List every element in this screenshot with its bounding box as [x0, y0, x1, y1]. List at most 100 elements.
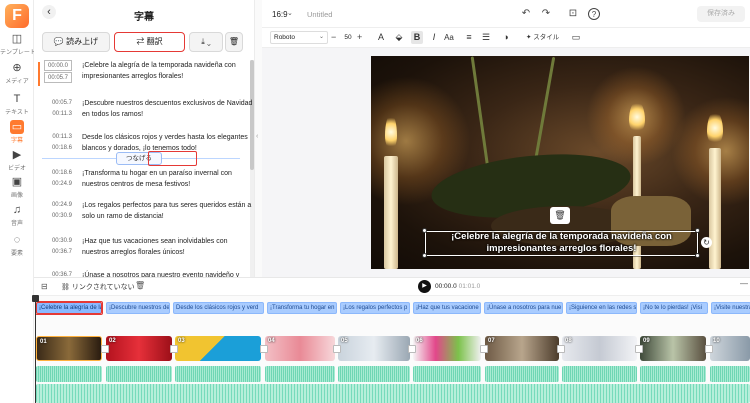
subtitle-clip[interactable]: ¡No te lo pierdas! ¡Visi: [640, 302, 708, 314]
font-size-increase[interactable]: +: [357, 31, 365, 43]
collapse-handle-icon[interactable]: ‹: [256, 130, 260, 144]
save-status-button[interactable]: 保存済み: [697, 6, 745, 22]
transition-icon[interactable]: [333, 345, 341, 353]
highlight-color-icon[interactable]: ⬙: [393, 31, 405, 44]
video-audio-waveform[interactable]: [338, 366, 410, 382]
subtitle-row[interactable]: 00:36.7 ¡Únase a nosotros para nuestro ev…: [34, 270, 254, 277]
transition-icon[interactable]: [705, 345, 713, 353]
video-audio-waveform[interactable]: [175, 366, 261, 382]
split-icon[interactable]: ⊟: [41, 282, 48, 291]
subtitle-text[interactable]: ¡Transforma tu hogar en un paraíso inver…: [82, 168, 254, 190]
download-button[interactable]: ⤓ ⌄: [189, 32, 223, 52]
font-size-input[interactable]: 50: [339, 31, 357, 44]
transition-icon[interactable]: [480, 345, 488, 353]
end-time[interactable]: 00:11.3: [44, 109, 72, 120]
music-waveform[interactable]: [36, 384, 750, 403]
video-audio-waveform[interactable]: [640, 366, 706, 382]
video-audio-waveform[interactable]: [413, 366, 481, 382]
subtitle-clip[interactable]: ¡Haz que tus vacacione: [413, 302, 481, 314]
play-icon[interactable]: ▶: [418, 280, 431, 293]
video-clip[interactable]: 05: [338, 336, 410, 361]
align-center-icon[interactable]: ≡: [463, 31, 475, 44]
italic-icon[interactable]: I: [428, 31, 440, 44]
video-audio-waveform[interactable]: [106, 366, 172, 382]
video-clip[interactable]: 09: [640, 336, 706, 361]
resize-handle[interactable]: [695, 253, 700, 258]
subtitle-clip[interactable]: ¡Siguience en las redes s: [566, 302, 637, 314]
transition-icon[interactable]: [101, 345, 109, 353]
subtitle-row[interactable]: 00:00.0 00:05.7 ¡Celebre la alegría de la …: [34, 60, 254, 98]
caption-text[interactable]: ¡Celebre la alegría de la temporada navi…: [425, 231, 698, 255]
video-clip[interactable]: 08: [562, 336, 637, 361]
rail-item-subtitle[interactable]: ▭ 字幕: [0, 120, 34, 150]
transition-icon[interactable]: [170, 345, 178, 353]
font-select[interactable]: Roboto ⌄: [270, 31, 328, 44]
translate-button[interactable]: ⇄ 翻訳: [114, 32, 185, 52]
end-time[interactable]: 00:18.6: [44, 143, 72, 154]
delete-all-button[interactable]: 🗑: [225, 32, 243, 52]
rail-item-image[interactable]: ▣ 画像: [0, 175, 34, 205]
subtitle-text[interactable]: ¡Celebre la alegría de la temporada navi…: [82, 60, 254, 82]
rail-item-element[interactable]: ◌ 要素: [0, 233, 34, 263]
video-clip[interactable]: 07: [485, 336, 559, 361]
video-audio-waveform[interactable]: [265, 366, 335, 382]
resize-handle[interactable]: [422, 253, 427, 258]
video-audio-waveform[interactable]: [562, 366, 637, 382]
start-time[interactable]: 00:24.9: [44, 200, 72, 211]
end-time[interactable]: 00:05.7: [44, 72, 72, 83]
subtitle-clip[interactable]: ¡Únase a nosotros para nue: [484, 302, 563, 314]
video-clip[interactable]: 01: [36, 336, 102, 361]
video-clip[interactable]: 04: [265, 336, 335, 361]
end-time[interactable]: 00:30.9: [44, 211, 72, 222]
undo-icon[interactable]: ↶: [520, 8, 532, 20]
rail-item-music[interactable]: ♫ 音声: [0, 203, 34, 233]
rail-item-video[interactable]: ▶ ビデオ: [0, 148, 34, 178]
resize-handle[interactable]: [695, 228, 700, 233]
bold-icon[interactable]: B: [411, 31, 423, 44]
start-time[interactable]: 00:00.0: [44, 60, 72, 71]
rotate-icon[interactable]: ↻: [701, 237, 712, 248]
transition-icon[interactable]: [408, 345, 416, 353]
chevron-down-icon[interactable]: ⌄: [287, 9, 293, 17]
redo-icon[interactable]: ↷: [540, 8, 552, 20]
trash-icon[interactable]: 🗑: [135, 281, 145, 290]
resize-handle[interactable]: [422, 228, 427, 233]
playhead[interactable]: [32, 295, 39, 403]
subtitle-clip[interactable]: ¡Los regalos perfectos p: [340, 302, 410, 314]
video-clip[interactable]: 06: [413, 336, 481, 361]
subtitle-text[interactable]: ¡Haz que tus vacaciones sean inolvidable…: [82, 236, 254, 258]
line-spacing-icon[interactable]: ☰: [480, 31, 492, 44]
subtitle-text[interactable]: Desde los clásicos rojos y verdes hasta …: [82, 132, 254, 154]
subtitle-clip[interactable]: ¡Transforma tu hogar en u: [267, 302, 337, 314]
start-time[interactable]: 00:18.6: [44, 168, 72, 179]
unlink-button[interactable]: ⛓ リンクされていない: [61, 282, 135, 292]
transition-icon[interactable]: [260, 345, 268, 353]
subtitle-clip[interactable]: Desde los clásicos rojos y verd: [173, 302, 264, 314]
video-audio-waveform[interactable]: [710, 366, 750, 382]
transition-icon[interactable]: [635, 345, 643, 353]
text-color-icon[interactable]: A: [375, 31, 387, 44]
subtitle-row[interactable]: 00:05.7 00:11.3 ¡Descubre nuestros descuen…: [34, 98, 254, 136]
video-audio-waveform[interactable]: [36, 366, 102, 382]
start-time[interactable]: 00:30.9: [44, 236, 72, 247]
rail-item-layers[interactable]: ◫ テンプレート: [0, 32, 34, 62]
playhead-knob[interactable]: [32, 295, 39, 302]
opacity-icon[interactable]: ◑: [500, 31, 512, 44]
video-clip[interactable]: 03: [175, 336, 261, 361]
subtitle-text[interactable]: ¡Únase a nosotros para nuestro evento na…: [82, 270, 254, 277]
start-time[interactable]: 00:11.3: [44, 132, 72, 143]
subtitle-row[interactable]: 00:24.9 00:30.9 ¡Los regalos perfectos par…: [34, 200, 254, 238]
comment-icon[interactable]: ▭: [570, 31, 582, 44]
video-clip[interactable]: 10: [710, 336, 750, 361]
rail-item-text[interactable]: T テキスト: [0, 92, 34, 122]
help-icon[interactable]: ?: [588, 8, 600, 20]
more-icon[interactable]: —: [740, 279, 748, 288]
subtitle-row[interactable]: 00:11.3 00:18.6 Desde los clásicos rojos y…: [34, 132, 254, 170]
transition-icon[interactable]: [557, 345, 565, 353]
subtitle-text[interactable]: ¡Los regalos perfectos para tus seres qu…: [82, 200, 254, 222]
project-title[interactable]: Untitled: [307, 10, 332, 19]
style-button[interactable]: ✦ スタイル: [526, 31, 566, 44]
video-audio-waveform[interactable]: [485, 366, 559, 382]
subtitle-row[interactable]: 00:30.9 00:36.7 ¡Haz que tus vacaciones se…: [34, 236, 254, 274]
caption-delete-icon[interactable]: 🗑: [550, 207, 570, 224]
